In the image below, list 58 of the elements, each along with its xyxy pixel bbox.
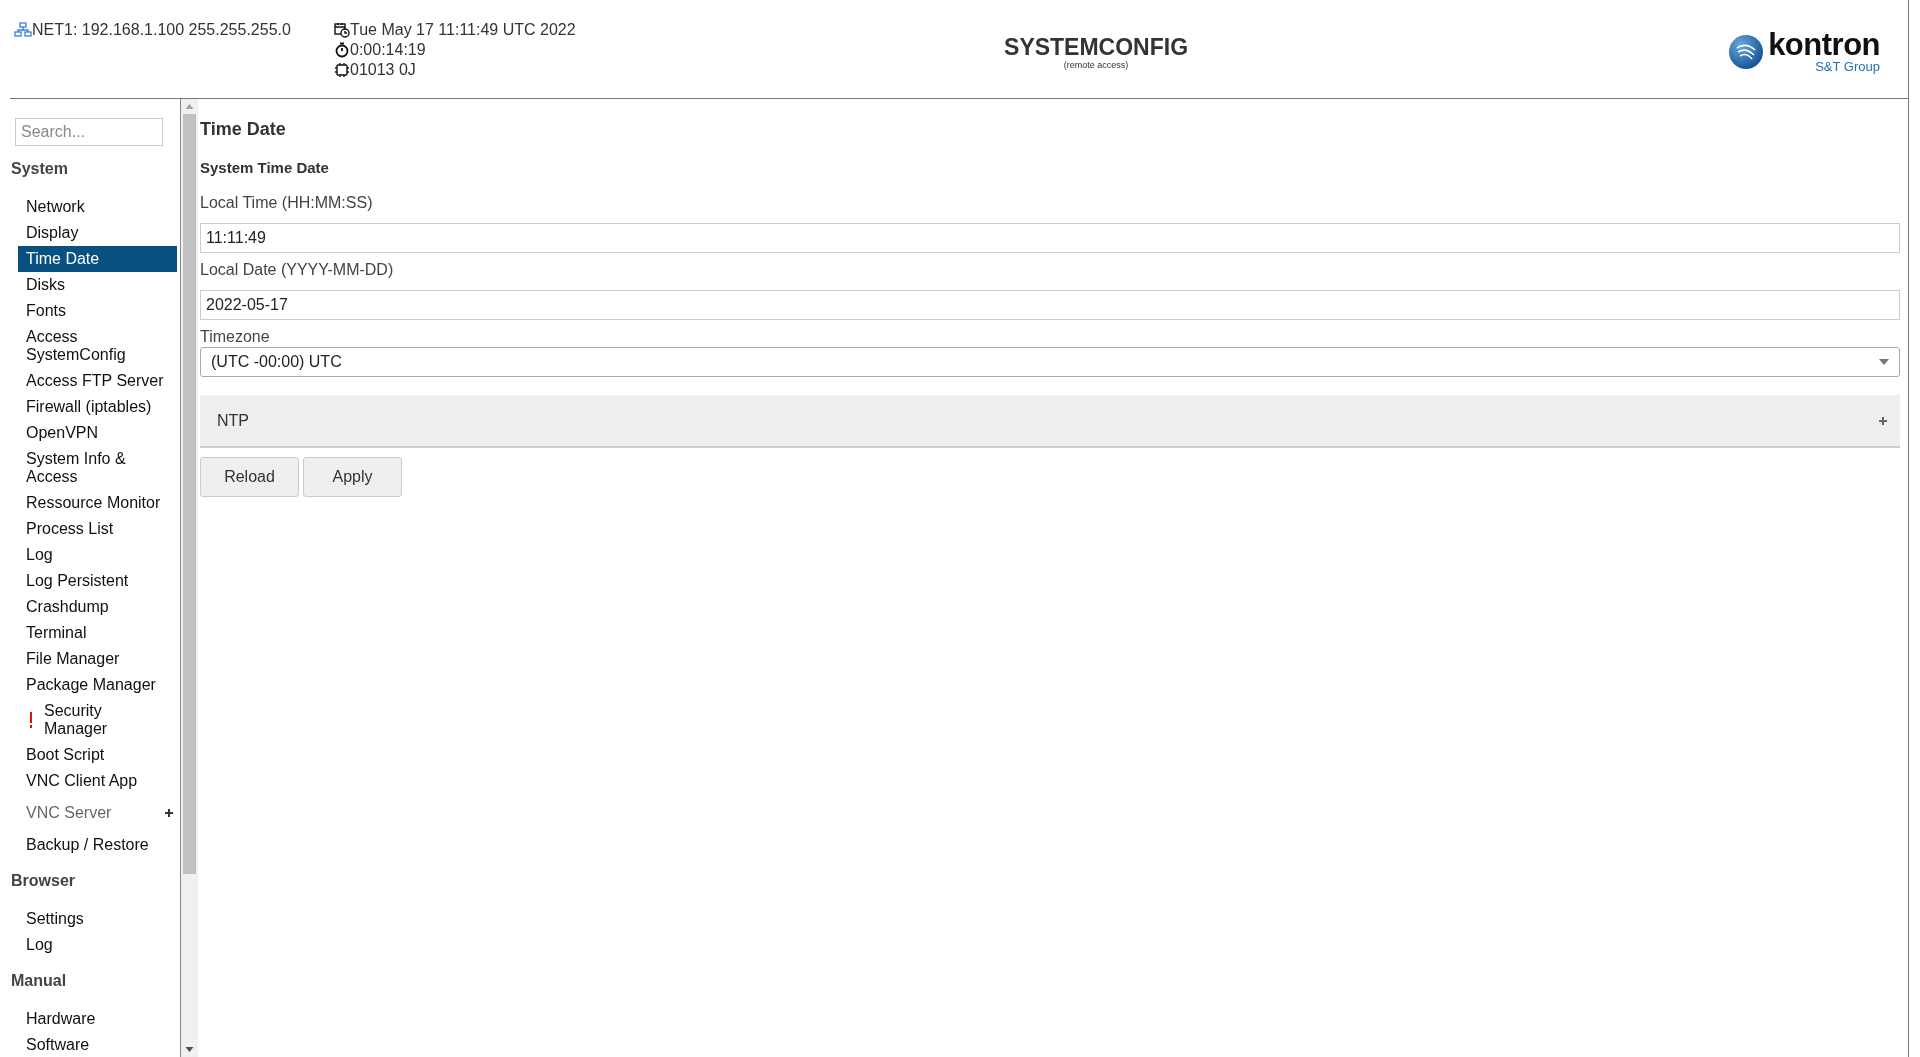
network-icon [14,22,32,38]
nav-item[interactable]: Crashdump [18,594,177,620]
nav-item[interactable]: Package Manager [18,672,177,698]
nav-item[interactable]: Time Date [18,246,177,272]
nav-item[interactable]: System Info & Access [18,446,177,490]
nav-group[interactable]: VNC Server [18,794,177,832]
nav-item[interactable]: File Manager [18,646,177,672]
text-field[interactable]: 2022-05-17 [200,290,1900,320]
section-heading: System [11,159,69,179]
scroll-thumb[interactable] [183,114,196,874]
stopwatch-icon [334,42,350,58]
logo-wordmark: kontron [1768,30,1880,60]
nav-item[interactable]: Display [18,220,177,246]
nav-item[interactable]: Disks [18,272,177,298]
nav-item[interactable]: Fonts [18,298,177,324]
nav-item[interactable]: Access SystemConfig [18,324,177,368]
cpu-status: 01013 0J [350,60,416,80]
network-status: NET1: 192.168.1.100 255.255.255.0 [32,20,291,40]
nav-item[interactable]: Boot Script [18,742,177,768]
calendar-clock-icon [334,22,350,38]
field-label: Local Time (HH:MM:SS) [200,193,374,213]
app-title: SYSTEMCONFIG [1003,34,1190,60]
collapsible-panel[interactable]: NTP [200,395,1900,448]
nav-item[interactable]: VNC Client App [18,768,177,794]
nav-item[interactable]: Ressource Monitor [18,490,177,516]
text-field[interactable]: 11:11:49 [200,223,1900,253]
dropdown-caret-icon [1879,359,1889,365]
nav-item[interactable]: Network [18,194,177,220]
nav-item[interactable]: Hardware [18,1006,177,1032]
timezone-dropdown[interactable]: (UTC -00:00) UTC [200,347,1900,377]
nav-item[interactable]: Log [18,932,177,958]
nav-item[interactable]: Settings [18,906,177,932]
action-button[interactable]: Reload [200,457,299,497]
nav-item[interactable]: Security Manager [18,698,177,742]
date-time: Tue May 17 11:11:49 UTC 2022 [350,20,576,40]
uptime: 0:00:14:19 [350,40,426,60]
page-title: Time Date [200,119,287,140]
field-label: Timezone [200,327,271,347]
section-heading: Manual [11,971,68,991]
nav-item[interactable]: Firewall (iptables) [18,394,177,420]
nav-item[interactable]: Process List [18,516,177,542]
nav-item[interactable]: OpenVPN [18,420,177,446]
logo-tagline: S&T Group [1815,60,1880,74]
field-label: Local Date (YYYY-MM-DD) [200,260,395,280]
nav-item[interactable]: Software [18,1032,177,1057]
section-heading: Browser [11,871,77,891]
scrollbar[interactable] [180,99,198,1057]
section-title: System Time Date [200,159,330,176]
sphere-logo-icon [1728,34,1765,70]
search-field[interactable]: Search... [15,118,163,146]
nav-item[interactable]: Terminal [18,620,177,646]
nav-item[interactable]: Backup / Restore [18,832,177,858]
nav-item[interactable]: Access FTP Server [18,368,177,394]
chip-icon [334,62,350,78]
nav-item[interactable]: Log [18,542,177,568]
nav-item[interactable]: Log Persistent [18,568,177,594]
action-button[interactable]: Apply [303,457,402,497]
app-subtitle: (remote access) [1062,60,1130,70]
